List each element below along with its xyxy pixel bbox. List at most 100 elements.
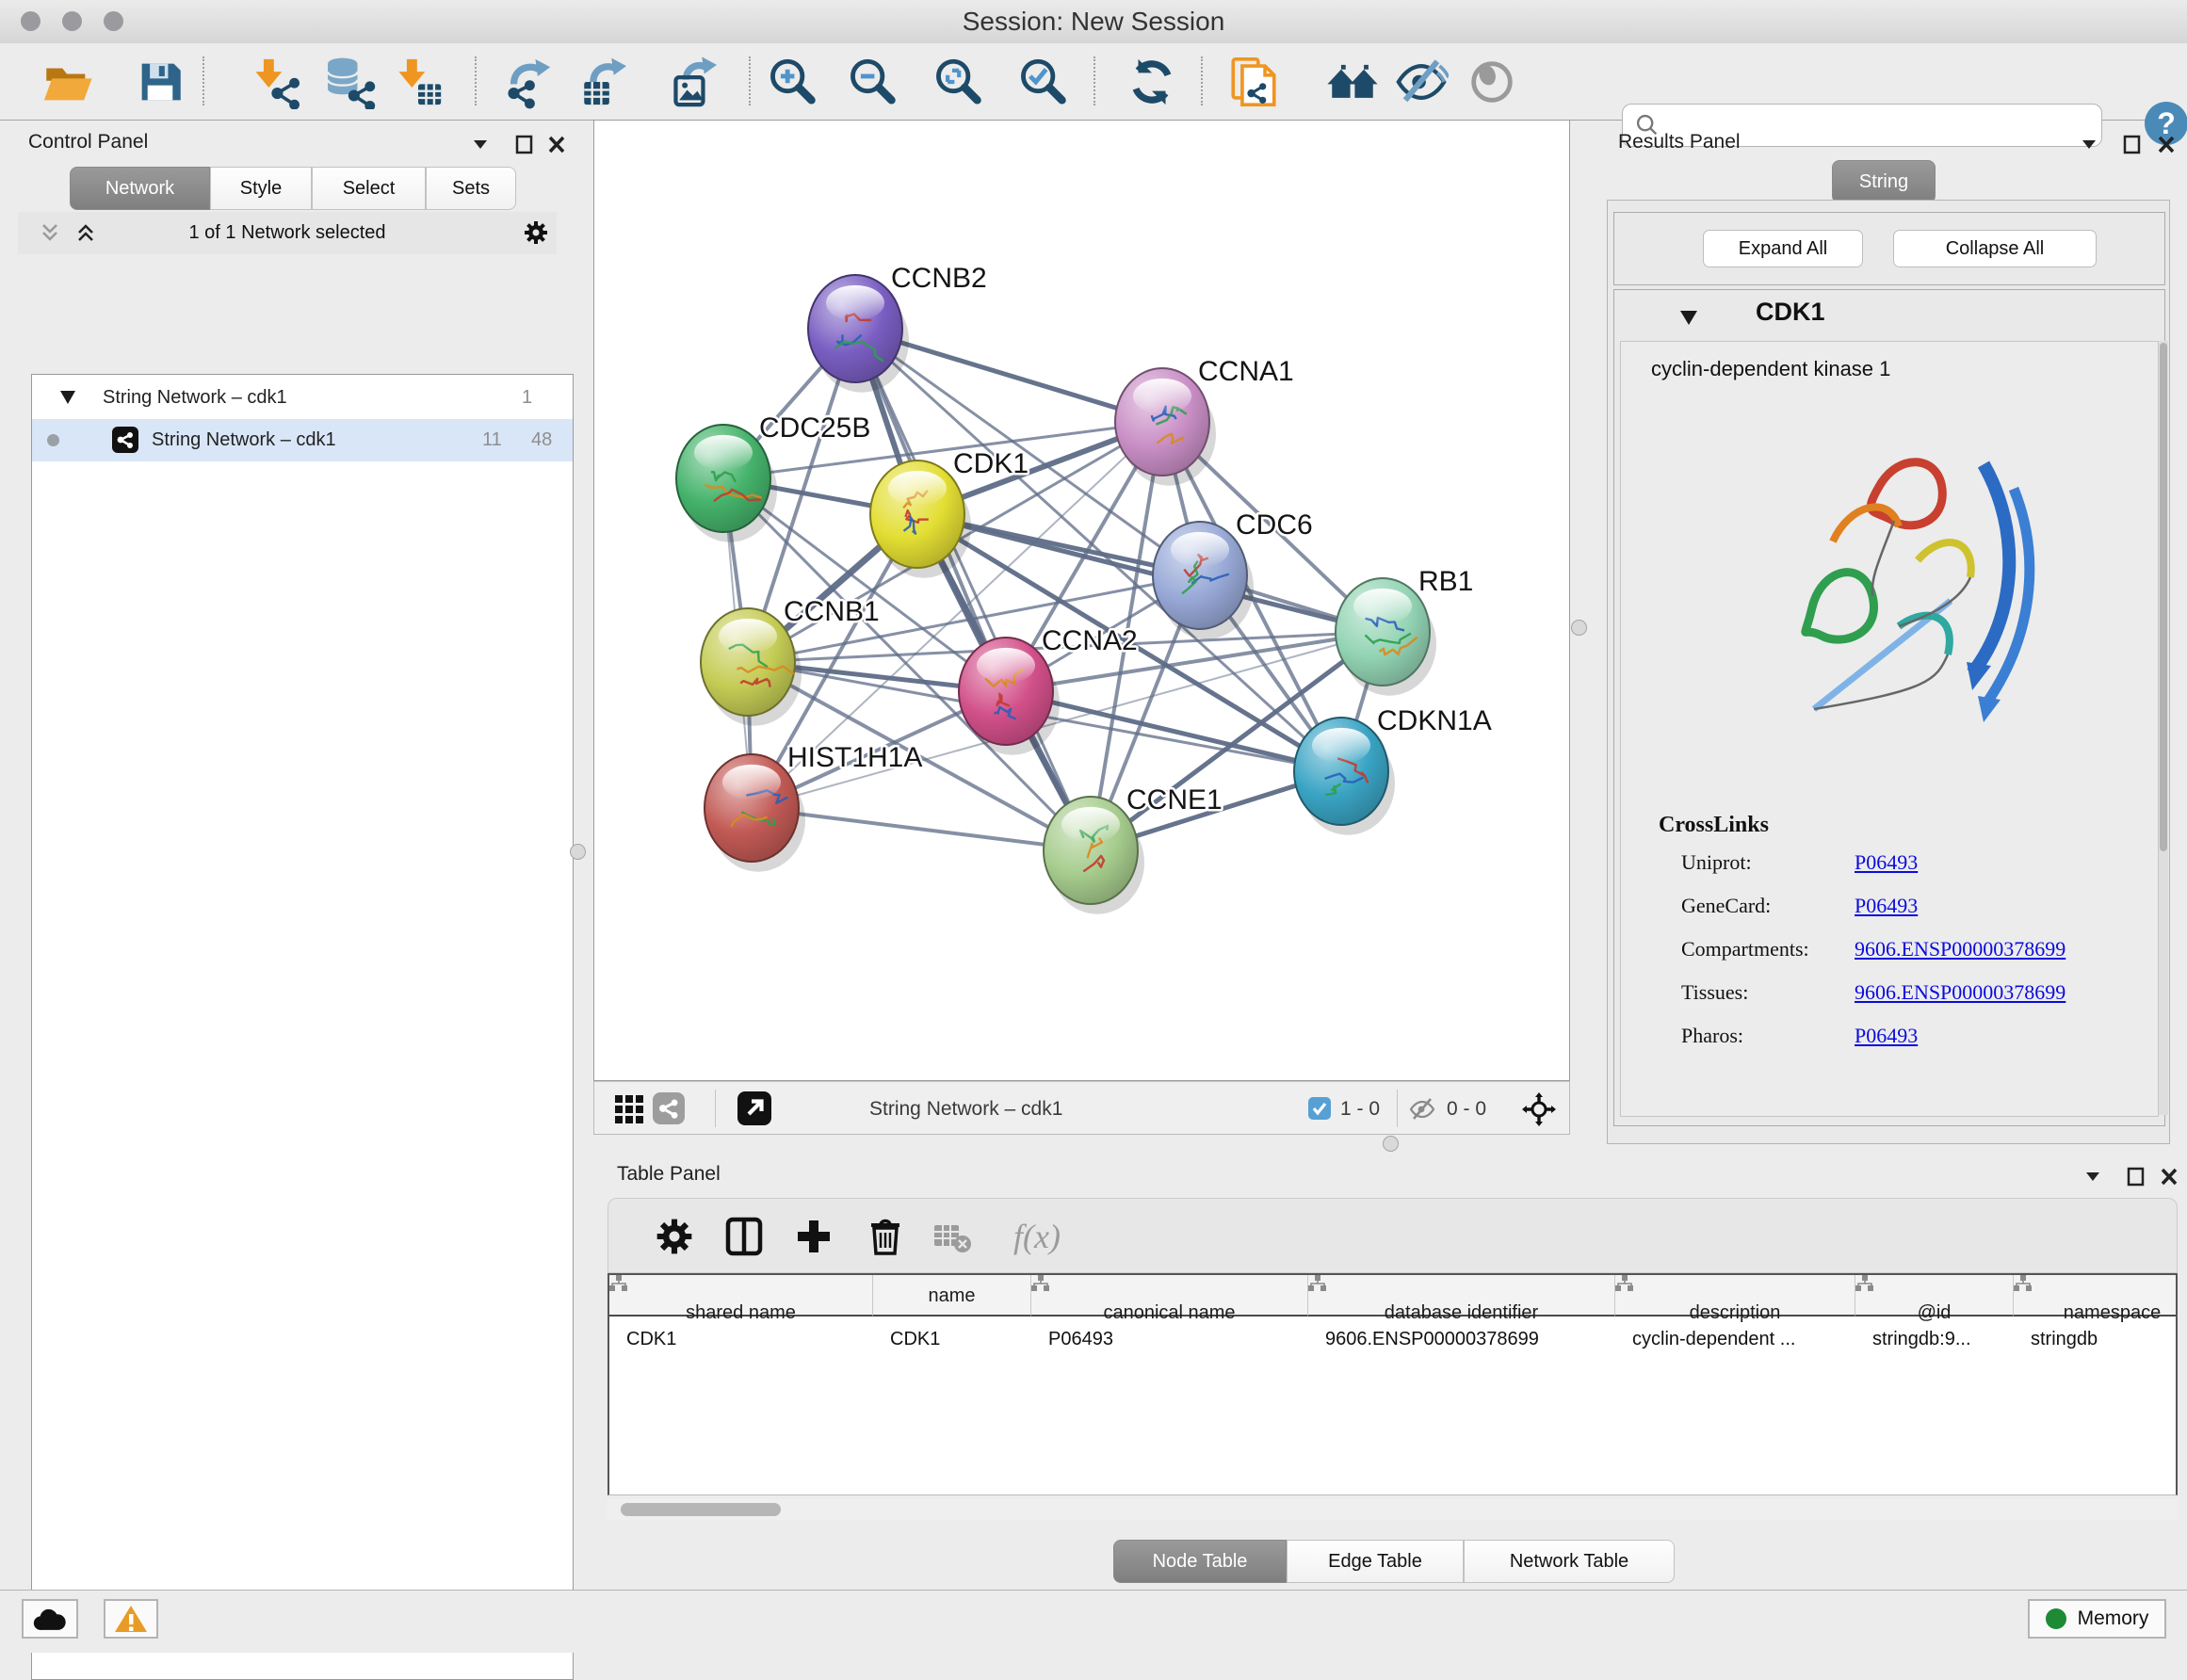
save-session-button[interactable] — [133, 55, 187, 109]
column-header-description[interactable]: description — [1615, 1275, 1855, 1317]
table-panel-menu-caret-icon[interactable] — [2082, 1165, 2104, 1187]
zoom-out-button[interactable] — [845, 55, 899, 109]
selected-checkbox-icon[interactable] — [1308, 1097, 1331, 1120]
zoom-in-button[interactable] — [765, 55, 819, 109]
table-hscrollbar[interactable] — [608, 1499, 2178, 1520]
column-header-namespace[interactable]: namespace — [2014, 1275, 2178, 1317]
network-options-gear-icon[interactable] — [523, 219, 545, 242]
open-session-button[interactable] — [40, 55, 94, 109]
warnings-button[interactable] — [104, 1599, 158, 1639]
graph-node-CDC25B[interactable] — [676, 425, 770, 532]
import-network-database-button[interactable] — [322, 55, 377, 109]
table-cell[interactable]: P06493 — [1031, 1318, 1308, 1360]
zoom-fit-button[interactable] — [931, 55, 985, 109]
graph-node-HIST1H1A[interactable] — [705, 754, 799, 862]
tab-node-table[interactable]: Node Table — [1113, 1540, 1287, 1583]
import-network-file-button[interactable] — [248, 55, 302, 109]
graph-node-CCNA1[interactable] — [1115, 368, 1209, 476]
column-mapping-icon — [1308, 1275, 1327, 1292]
table-panel-float-icon[interactable] — [2125, 1165, 2147, 1187]
tab-sets[interactable]: Sets — [426, 167, 516, 210]
network-collection-row[interactable]: String Network – cdk1 1 — [32, 377, 573, 419]
birds-eye-button[interactable] — [1465, 55, 1519, 109]
crosslink-link[interactable]: 9606.ENSP00000378699 — [1855, 980, 2066, 1005]
results-scrollbar[interactable] — [2159, 341, 2168, 1115]
hide-graphics-button[interactable] — [1394, 55, 1449, 109]
export-network-button[interactable] — [500, 55, 555, 109]
tab-style[interactable]: Style — [210, 167, 312, 210]
node-table[interactable]: shared namenamecanonical namedatabase id… — [608, 1273, 2178, 1495]
entry-collapse-caret-icon[interactable] — [1680, 311, 1697, 325]
left-splitter-handle[interactable] — [570, 844, 586, 860]
function-builder-icon[interactable]: f(x) — [995, 1214, 1079, 1259]
table-cell[interactable]: CDK1 — [873, 1318, 1031, 1360]
table-cell[interactable]: CDK1 — [609, 1318, 873, 1360]
control-panel-float-icon[interactable] — [513, 133, 536, 155]
results-panel-float-icon[interactable] — [2121, 133, 2144, 155]
export-table-button[interactable] — [577, 55, 632, 109]
show-columns-icon[interactable] — [723, 1214, 769, 1259]
graph-node-CCNB2[interactable] — [808, 275, 902, 382]
refresh-view-button[interactable] — [1125, 55, 1179, 109]
table-settings-gear-icon[interactable] — [654, 1214, 699, 1259]
string-home-button[interactable] — [1325, 55, 1380, 109]
results-panel-menu-caret-icon[interactable] — [2078, 133, 2100, 155]
export-image-icon — [668, 55, 722, 109]
network-view-canvas[interactable]: CCNB2CCNA1CDC25BCDK1CDC6RB1CCNB1CCNA2CDK… — [593, 120, 1570, 1081]
graph-node-CDKN1A[interactable] — [1294, 718, 1388, 825]
memory-button[interactable]: Memory — [2028, 1599, 2166, 1639]
tree-expand-caret-icon[interactable] — [60, 391, 75, 404]
network-status-dot — [47, 434, 59, 446]
crosslink-link[interactable]: P06493 — [1855, 1024, 1918, 1048]
crosslink-link[interactable]: P06493 — [1855, 850, 1918, 875]
tab-string[interactable]: String — [1832, 160, 1936, 203]
pan-crosshair-icon[interactable] — [1522, 1092, 1556, 1126]
title-bar: Session: New Session — [0, 0, 2187, 44]
network-graph[interactable]: CCNB2CCNA1CDC25BCDK1CDC6RB1CCNB1CCNA2CDK… — [594, 121, 1569, 1080]
column-header--id[interactable]: @id — [1855, 1275, 2014, 1317]
table-cell[interactable]: stringdb — [2014, 1318, 2178, 1360]
window-title: Session: New Session — [0, 0, 2187, 43]
graph-node-RB1[interactable] — [1336, 578, 1430, 686]
graph-node-CDC6[interactable] — [1153, 522, 1247, 629]
network-row[interactable]: String Network – cdk1 11 48 — [32, 419, 573, 461]
control-panel-close-icon[interactable] — [545, 133, 568, 155]
graph-node-CCNA2[interactable] — [959, 638, 1053, 745]
table-cell[interactable]: 9606.ENSP00000378699 — [1308, 1318, 1615, 1360]
export-image-button[interactable] — [668, 55, 722, 109]
results-panel-close-icon[interactable] — [2155, 133, 2178, 155]
table-cell[interactable]: cyclin-dependent ... — [1615, 1318, 1855, 1360]
zoom-selected-button[interactable] — [1015, 55, 1070, 109]
network-type-badge-icon[interactable] — [653, 1092, 685, 1124]
graph-node-CCNB1[interactable] — [701, 608, 795, 716]
tab-edge-table[interactable]: Edge Table — [1287, 1540, 1464, 1583]
crosslink-link[interactable]: P06493 — [1855, 894, 1918, 918]
hidden-elements-eye-icon[interactable] — [1408, 1095, 1436, 1123]
open-in-window-icon[interactable] — [737, 1091, 771, 1125]
graph-node-CCNE1[interactable] — [1044, 797, 1138, 904]
graph-node-CDK1[interactable] — [870, 460, 964, 568]
add-column-icon[interactable] — [793, 1214, 838, 1259]
right-splitter-handle[interactable] — [1571, 620, 1587, 636]
import-table-file-button[interactable] — [391, 55, 446, 109]
table-panel-close-icon[interactable] — [2158, 1165, 2180, 1187]
control-panel-menu-caret-icon[interactable] — [469, 133, 492, 155]
column-header-shared-name[interactable]: shared name — [609, 1275, 873, 1317]
cloud-status-button[interactable] — [22, 1599, 78, 1639]
tab-select[interactable]: Select — [312, 167, 426, 210]
grid-view-icon[interactable] — [615, 1095, 643, 1123]
column-header-name[interactable]: name — [873, 1275, 1031, 1317]
table-panel-title: Table Panel — [617, 1163, 721, 1186]
delete-table-icon[interactable] — [931, 1214, 976, 1259]
table-cell[interactable]: stringdb:9... — [1855, 1318, 2014, 1360]
expand-all-button[interactable]: Expand All — [1703, 230, 1863, 267]
node-label-CDC6: CDC6 — [1236, 509, 1313, 541]
crosslink-link[interactable]: 9606.ENSP00000378699 — [1855, 937, 2066, 961]
clone-network-button[interactable] — [1226, 55, 1281, 109]
tab-network-table[interactable]: Network Table — [1464, 1540, 1675, 1583]
collapse-all-button[interactable]: Collapse All — [1893, 230, 2097, 267]
tab-network[interactable]: Network — [70, 167, 210, 210]
delete-column-icon[interactable] — [865, 1214, 910, 1259]
column-header-database-identifier[interactable]: database identifier — [1308, 1275, 1615, 1317]
column-header-canonical-name[interactable]: canonical name — [1031, 1275, 1308, 1317]
